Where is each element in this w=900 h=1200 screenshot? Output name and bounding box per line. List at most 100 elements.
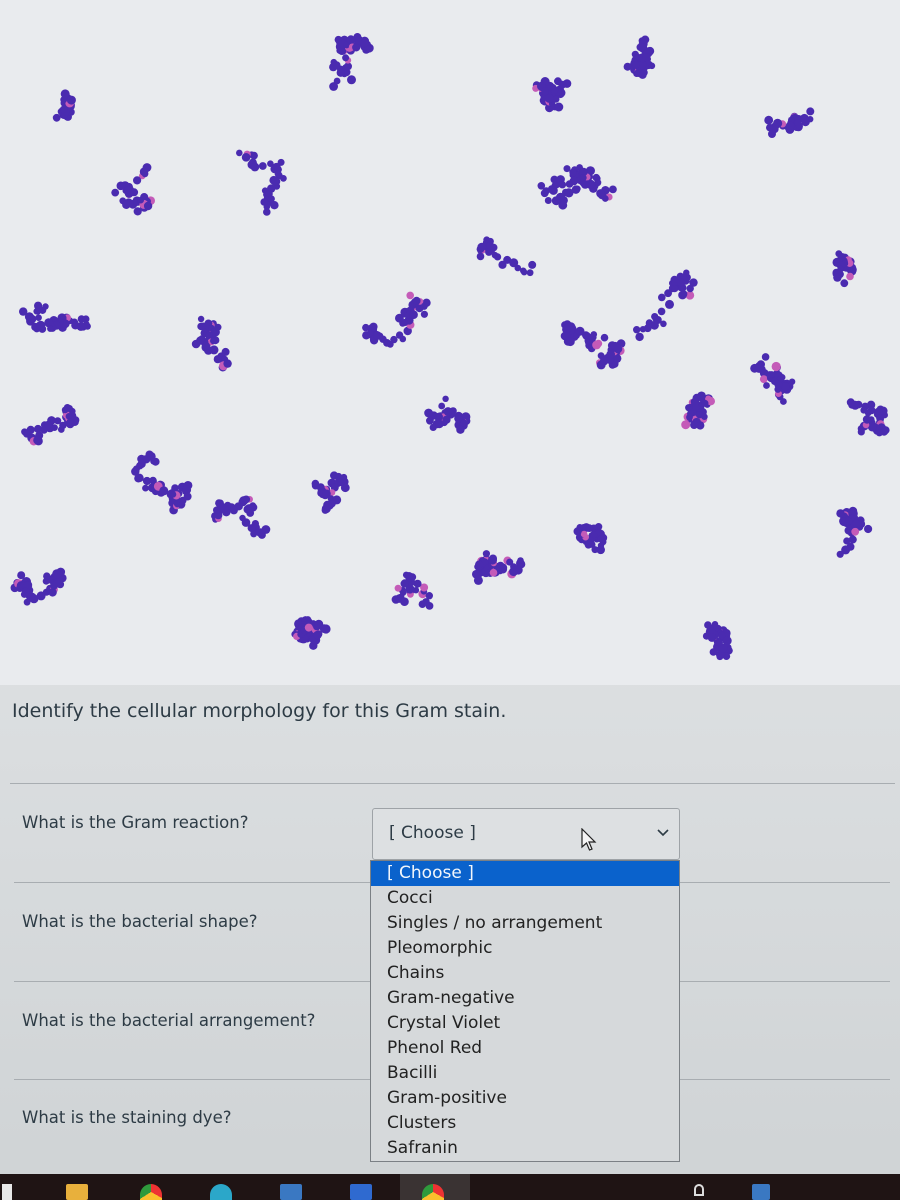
- coccus-cell: [609, 185, 617, 194]
- coccus-cell: [267, 195, 275, 203]
- battery-icon[interactable]: [752, 1184, 770, 1200]
- coccus-cell: [54, 417, 62, 425]
- start-icon[interactable]: [2, 1184, 12, 1200]
- coccus-cell: [360, 39, 369, 47]
- coccus-cell: [521, 269, 528, 276]
- coccus-cell: [250, 151, 258, 160]
- coccus-cell: [844, 517, 853, 525]
- coccus-cell: [785, 121, 795, 131]
- dropdown-option[interactable]: Gram-negative: [371, 986, 679, 1011]
- coccus-cell: [313, 630, 322, 640]
- coccus-cell: [498, 565, 508, 574]
- dropdown-option[interactable]: Singles / no arrangement: [371, 911, 679, 936]
- coccus-cell: [517, 557, 524, 564]
- coccus-cell: [258, 162, 267, 170]
- coccus-cell: [321, 624, 331, 634]
- dropdown-option[interactable]: Gram-positive: [371, 1086, 679, 1111]
- coccus-cell: [33, 308, 40, 315]
- coccus-cell: [236, 149, 243, 157]
- coccus-cell: [367, 329, 374, 337]
- coccus-cell: [249, 502, 257, 509]
- coccus-cell: [425, 592, 433, 600]
- select-dropdown-list[interactable]: [ Choose ] Cocci Singles / no arrangement P…: [370, 860, 680, 1162]
- question-bacterial-shape: What is the bacterial shape?: [22, 912, 258, 931]
- coccus-cell: [671, 285, 679, 293]
- coccus-cell: [704, 621, 712, 629]
- word-icon[interactable]: [350, 1184, 372, 1200]
- coccus-cell: [332, 61, 341, 70]
- divider: [10, 783, 895, 784]
- dropdown-option[interactable]: Phenol Red: [371, 1036, 679, 1061]
- coccus-cell: [580, 180, 590, 189]
- store-icon[interactable]: [280, 1184, 302, 1200]
- coccus-cell: [59, 105, 68, 114]
- coccus-cell: [52, 113, 61, 122]
- coccus-cell: [280, 175, 287, 182]
- coccus-cell: [426, 416, 434, 425]
- coccus-cell: [707, 633, 717, 642]
- coccus-cell: [141, 170, 149, 178]
- coccus-cell: [836, 509, 845, 518]
- coccus-cell: [338, 479, 345, 487]
- dropdown-option[interactable]: Chains: [371, 961, 679, 986]
- mouse-pointer-icon: [580, 827, 598, 852]
- coccus-cell: [219, 503, 227, 511]
- coccus-cell: [142, 484, 149, 492]
- chrome-icon[interactable]: [140, 1184, 162, 1200]
- coccus-cell: [764, 115, 774, 125]
- coccus-cell: [277, 158, 285, 166]
- coccus-cell: [768, 371, 776, 378]
- dropdown-option[interactable]: Crystal Violet: [371, 1011, 679, 1036]
- gram-reaction-select[interactable]: [ Choose ]: [372, 808, 680, 860]
- chrome-icon[interactable]: [422, 1184, 444, 1200]
- edge-icon[interactable]: [210, 1184, 232, 1200]
- coccus-cell: [794, 119, 802, 126]
- coccus-cell: [438, 402, 446, 410]
- coccus-cell: [633, 326, 641, 334]
- coccus-cell: [860, 406, 868, 414]
- network-icon[interactable]: [694, 1184, 704, 1196]
- coccus-cell: [526, 269, 534, 277]
- coccus-cell: [771, 377, 779, 385]
- coccus-cell: [221, 347, 230, 356]
- coccus-cell: [44, 420, 53, 430]
- coccus-cell: [23, 598, 31, 606]
- coccus-cell: [563, 165, 571, 173]
- coccus-cell: [836, 550, 844, 558]
- coccus-cell: [476, 252, 485, 261]
- coccus-cell: [304, 623, 313, 632]
- coccus-cell: [781, 382, 790, 391]
- coccus-cell: [551, 196, 561, 206]
- coccus-cell: [111, 188, 120, 197]
- coccus-cell: [196, 336, 205, 345]
- coccus-cell: [806, 107, 815, 116]
- coccus-cell: [780, 398, 787, 405]
- coccus-cell: [420, 302, 428, 310]
- coccus-cell: [867, 406, 876, 415]
- coccus-cell: [867, 422, 877, 432]
- coccus-cell: [241, 153, 251, 162]
- coccus-cell: [716, 639, 723, 647]
- coccus-cell: [316, 483, 325, 492]
- coccus-cell: [763, 382, 770, 389]
- coccus-cell: [596, 189, 605, 198]
- coccus-cell: [686, 413, 693, 421]
- file-explorer-icon[interactable]: [66, 1184, 88, 1200]
- coccus-cell: [409, 310, 418, 320]
- coccus-cell: [352, 43, 361, 52]
- dropdown-option[interactable]: [ Choose ]: [371, 861, 679, 886]
- dropdown-option[interactable]: Safranin: [371, 1136, 679, 1161]
- coccus-cell: [665, 299, 674, 309]
- dropdown-option[interactable]: Pleomorphic: [371, 936, 679, 961]
- coccus-cell: [35, 314, 42, 322]
- coccus-cell: [800, 113, 809, 123]
- coccus-cell: [135, 473, 144, 482]
- coccus-cell: [126, 200, 134, 207]
- dropdown-option[interactable]: Cocci: [371, 886, 679, 911]
- coccus-cell: [420, 310, 428, 318]
- dropdown-option[interactable]: Clusters: [371, 1111, 679, 1136]
- dropdown-option[interactable]: Bacilli: [371, 1061, 679, 1086]
- coccus-cell: [850, 400, 860, 410]
- coccus-cell: [36, 320, 46, 330]
- chevron-down-icon[interactable]: [657, 825, 669, 841]
